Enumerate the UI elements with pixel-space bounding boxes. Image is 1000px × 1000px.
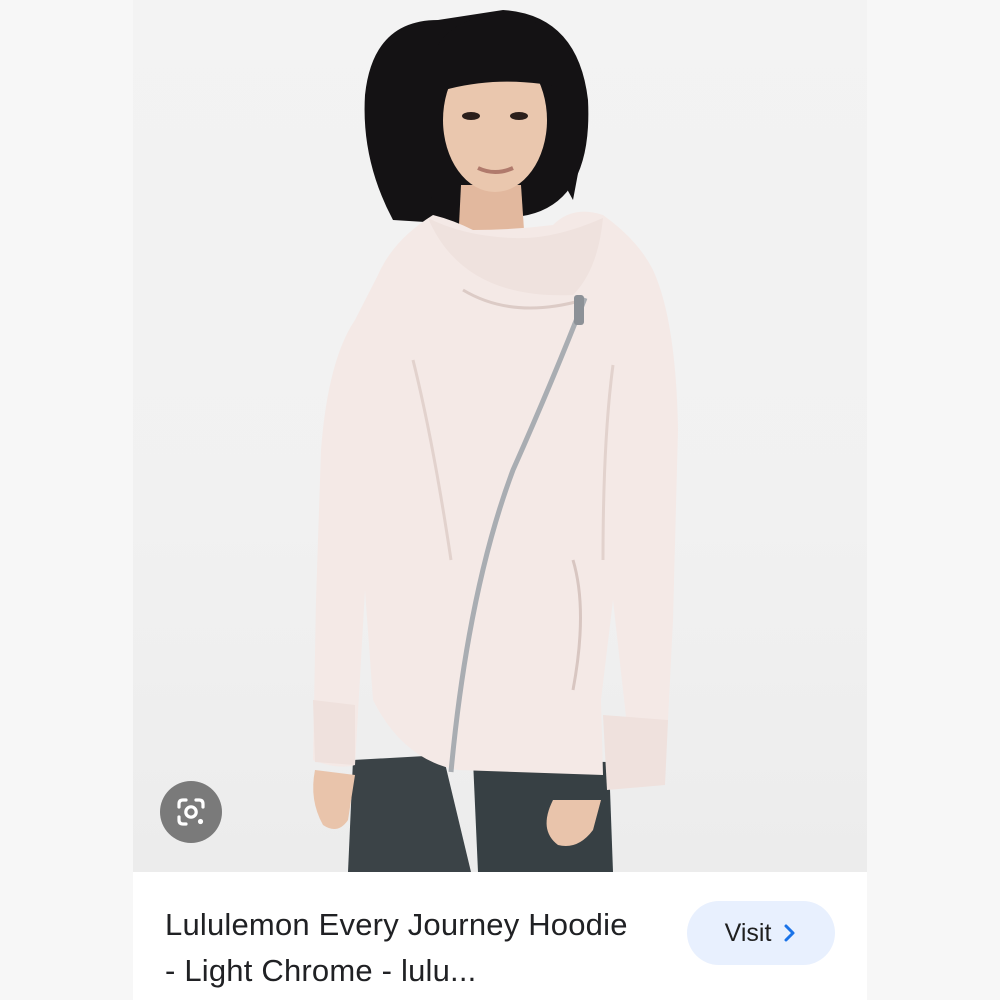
product-title[interactable]: Lululemon Every Journey Hoodie - Light C…	[165, 902, 645, 994]
visit-button[interactable]: Visit	[687, 901, 835, 965]
product-image[interactable]	[133, 0, 867, 872]
visit-label: Visit	[724, 918, 772, 947]
hoodie-photo	[313, 10, 678, 872]
page: Lululemon Every Journey Hoodie - Light C…	[0, 0, 1000, 1000]
google-lens-button[interactable]	[160, 781, 222, 843]
result-info-bar: Lululemon Every Journey Hoodie - Light C…	[133, 872, 867, 1000]
chevron-right-icon	[784, 924, 795, 942]
google-lens-icon	[177, 798, 205, 826]
